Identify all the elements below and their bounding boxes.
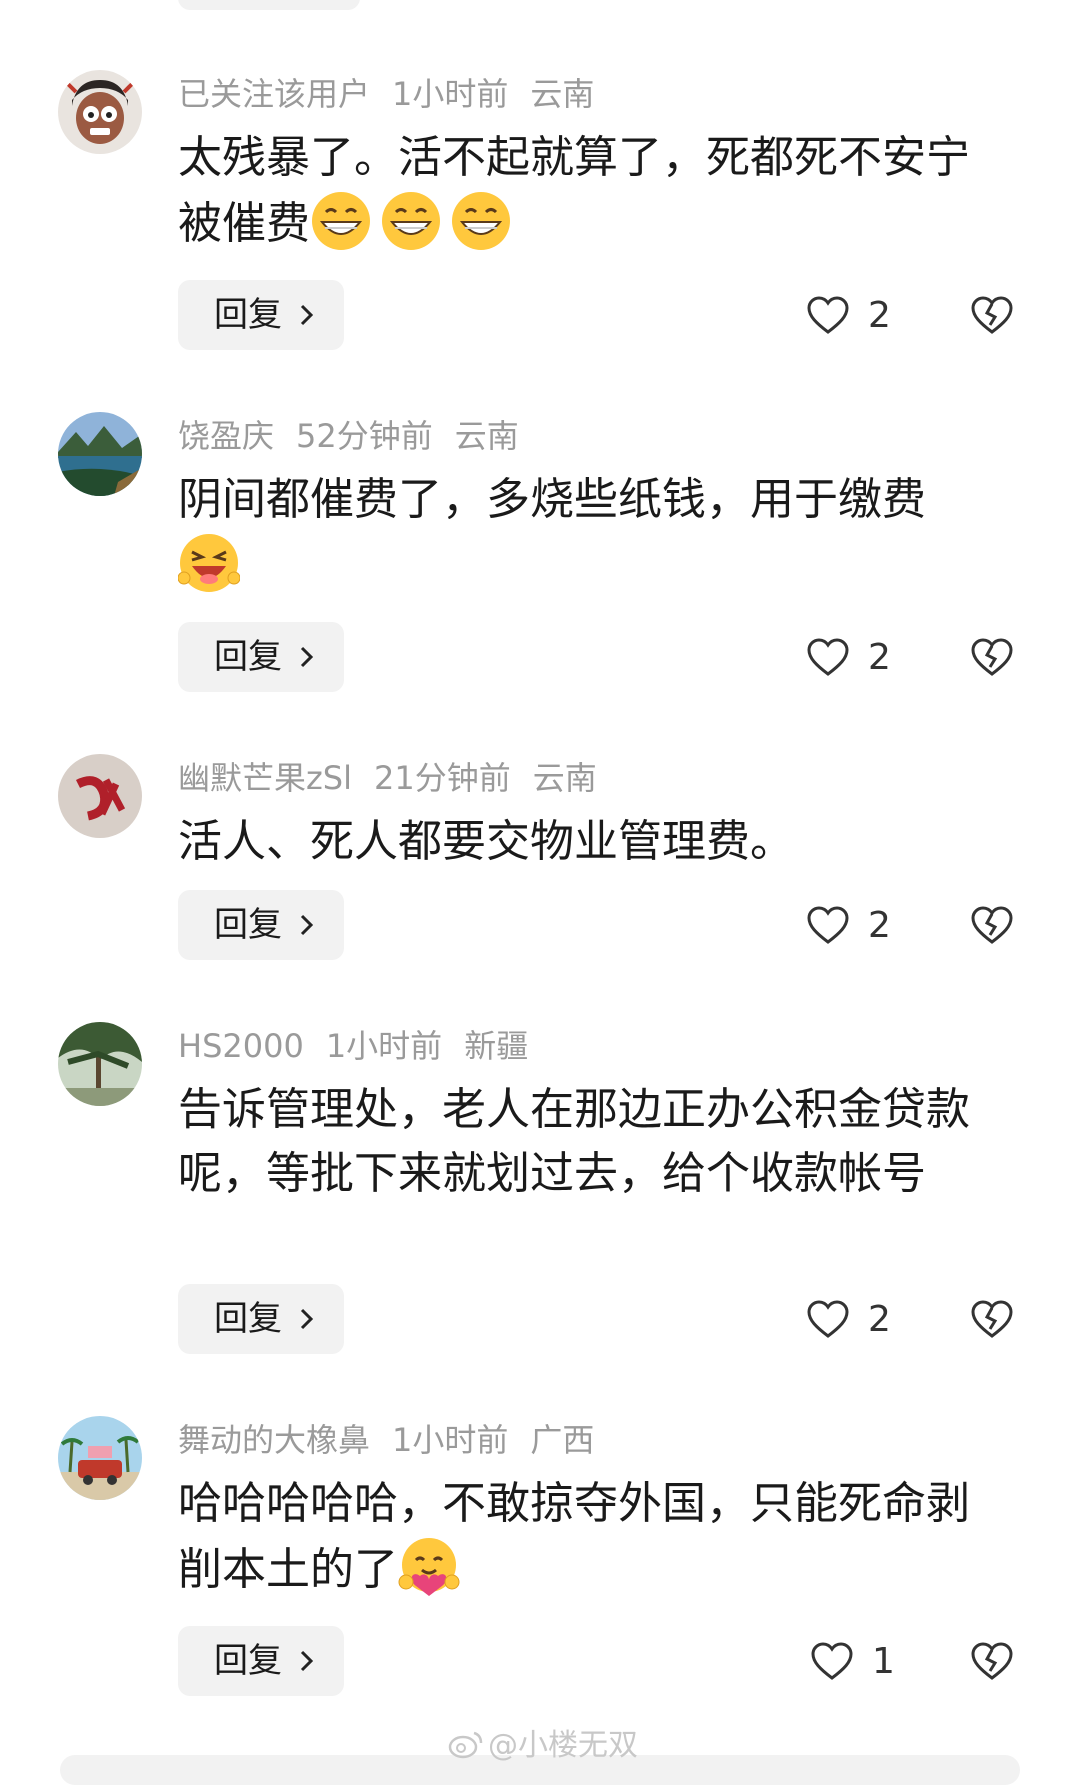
comment-meta: 饶盈庆 52分钟前 云南	[178, 416, 541, 456]
comment-text: 活人、死人都要交物业管理费。	[178, 810, 1008, 874]
comment-text: 太残暴了。活不起就算了，死都死不安宁被催费	[178, 126, 1008, 256]
avatar[interactable]	[58, 1022, 142, 1106]
broken-heart-icon[interactable]	[970, 1299, 1014, 1339]
location: 云南	[530, 75, 595, 113]
reply-button[interactable]: 回复	[178, 1626, 344, 1696]
weibo-icon	[448, 1731, 483, 1759]
reply-label: 回复	[214, 1641, 282, 1681]
grin-emoji	[310, 190, 372, 252]
heart-icon[interactable]	[810, 1641, 854, 1681]
avatar[interactable]	[58, 1416, 142, 1500]
avatar[interactable]	[58, 70, 142, 154]
username[interactable]: 舞动的大橡鼻	[178, 1421, 370, 1459]
username[interactable]: HS2000	[178, 1027, 304, 1065]
timestamp: 1小时前	[392, 75, 509, 113]
reply-label: 回复	[214, 637, 282, 677]
username[interactable]: 已关注该用户	[178, 75, 370, 113]
timestamp: 1小时前	[325, 1027, 443, 1065]
reply-button[interactable]: 回复	[178, 1284, 344, 1354]
avatar[interactable]	[58, 412, 142, 496]
chevron-right-icon	[300, 646, 314, 668]
grin-emoji	[450, 190, 512, 252]
avatar[interactable]	[58, 754, 142, 838]
heart-icon[interactable]	[806, 295, 850, 335]
reply-button[interactable]: 回复	[178, 890, 344, 960]
chevron-right-icon	[300, 1308, 314, 1330]
heart-icon[interactable]	[806, 905, 850, 945]
like-count: 1	[872, 1641, 895, 1682]
reply-label: 回复	[214, 295, 282, 335]
reply-button[interactable]: 回复	[178, 280, 344, 350]
like-count: 2	[868, 1299, 891, 1340]
location: 新疆	[464, 1027, 529, 1065]
heart-icon[interactable]	[806, 637, 850, 677]
comment-meta: 舞动的大橡鼻 1小时前 广西	[178, 1420, 616, 1460]
broken-heart-icon[interactable]	[970, 905, 1014, 945]
comment-body: 阴间都催费了，多烧些纸钱，用于缴费	[178, 474, 926, 525]
location: 云南	[532, 759, 597, 797]
like-count: 2	[868, 905, 891, 946]
comment-body: 哈哈哈哈哈，不敢掠夺外国，只能死命剥削本土的了	[178, 1478, 970, 1595]
watermark-text: @小楼无双	[488, 1728, 638, 1763]
comment-body: 告诉管理处，老人在那边正办公积金贷款呢，等批下来就划过去，给个收款帐号	[178, 1084, 970, 1199]
like-count: 2	[868, 295, 891, 336]
timestamp: 1小时前	[392, 1421, 509, 1459]
broken-heart-icon[interactable]	[970, 1641, 1014, 1681]
comment-text: 阴间都催费了，多烧些纸钱，用于缴费	[178, 468, 1008, 598]
reply-button[interactable]: 回复	[178, 622, 344, 692]
grin-emoji	[380, 190, 442, 252]
comment-body: 太残暴了。活不起就算了，死都死不安宁被催费	[178, 132, 970, 249]
heart-icon[interactable]	[806, 1299, 850, 1339]
like-count: 2	[868, 637, 891, 678]
reply-label: 回复	[214, 1299, 282, 1339]
chevron-right-icon	[300, 914, 314, 936]
comment-body: 活人、死人都要交物业管理费。	[178, 816, 794, 867]
comment-meta: 幽默芒果zSl 21分钟前 云南	[178, 758, 619, 798]
watermark: @小楼无双	[448, 1728, 638, 1764]
comment-meta: HS2000 1小时前 新疆	[178, 1026, 550, 1066]
hug-emoji	[398, 1536, 460, 1598]
username[interactable]: 饶盈庆	[178, 417, 274, 455]
laughing-emoji	[178, 532, 240, 594]
comment-meta: 已关注该用户 1小时前 云南	[178, 74, 616, 114]
chevron-right-icon	[300, 304, 314, 326]
previous-reply-button-edge[interactable]	[178, 0, 360, 10]
broken-heart-icon[interactable]	[970, 637, 1014, 677]
broken-heart-icon[interactable]	[970, 295, 1014, 335]
timestamp: 52分钟前	[296, 417, 433, 455]
comment-text: 哈哈哈哈哈，不敢掠夺外国，只能死命剥削本土的了	[178, 1472, 1008, 1602]
location: 云南	[454, 417, 519, 455]
timestamp: 21分钟前	[374, 759, 511, 797]
reply-label: 回复	[214, 905, 282, 945]
chevron-right-icon	[300, 1650, 314, 1672]
comment-text: 告诉管理处，老人在那边正办公积金贷款呢，等批下来就划过去，给个收款帐号	[178, 1078, 1008, 1206]
location: 广西	[530, 1421, 595, 1459]
username[interactable]: 幽默芒果zSl	[178, 759, 352, 797]
